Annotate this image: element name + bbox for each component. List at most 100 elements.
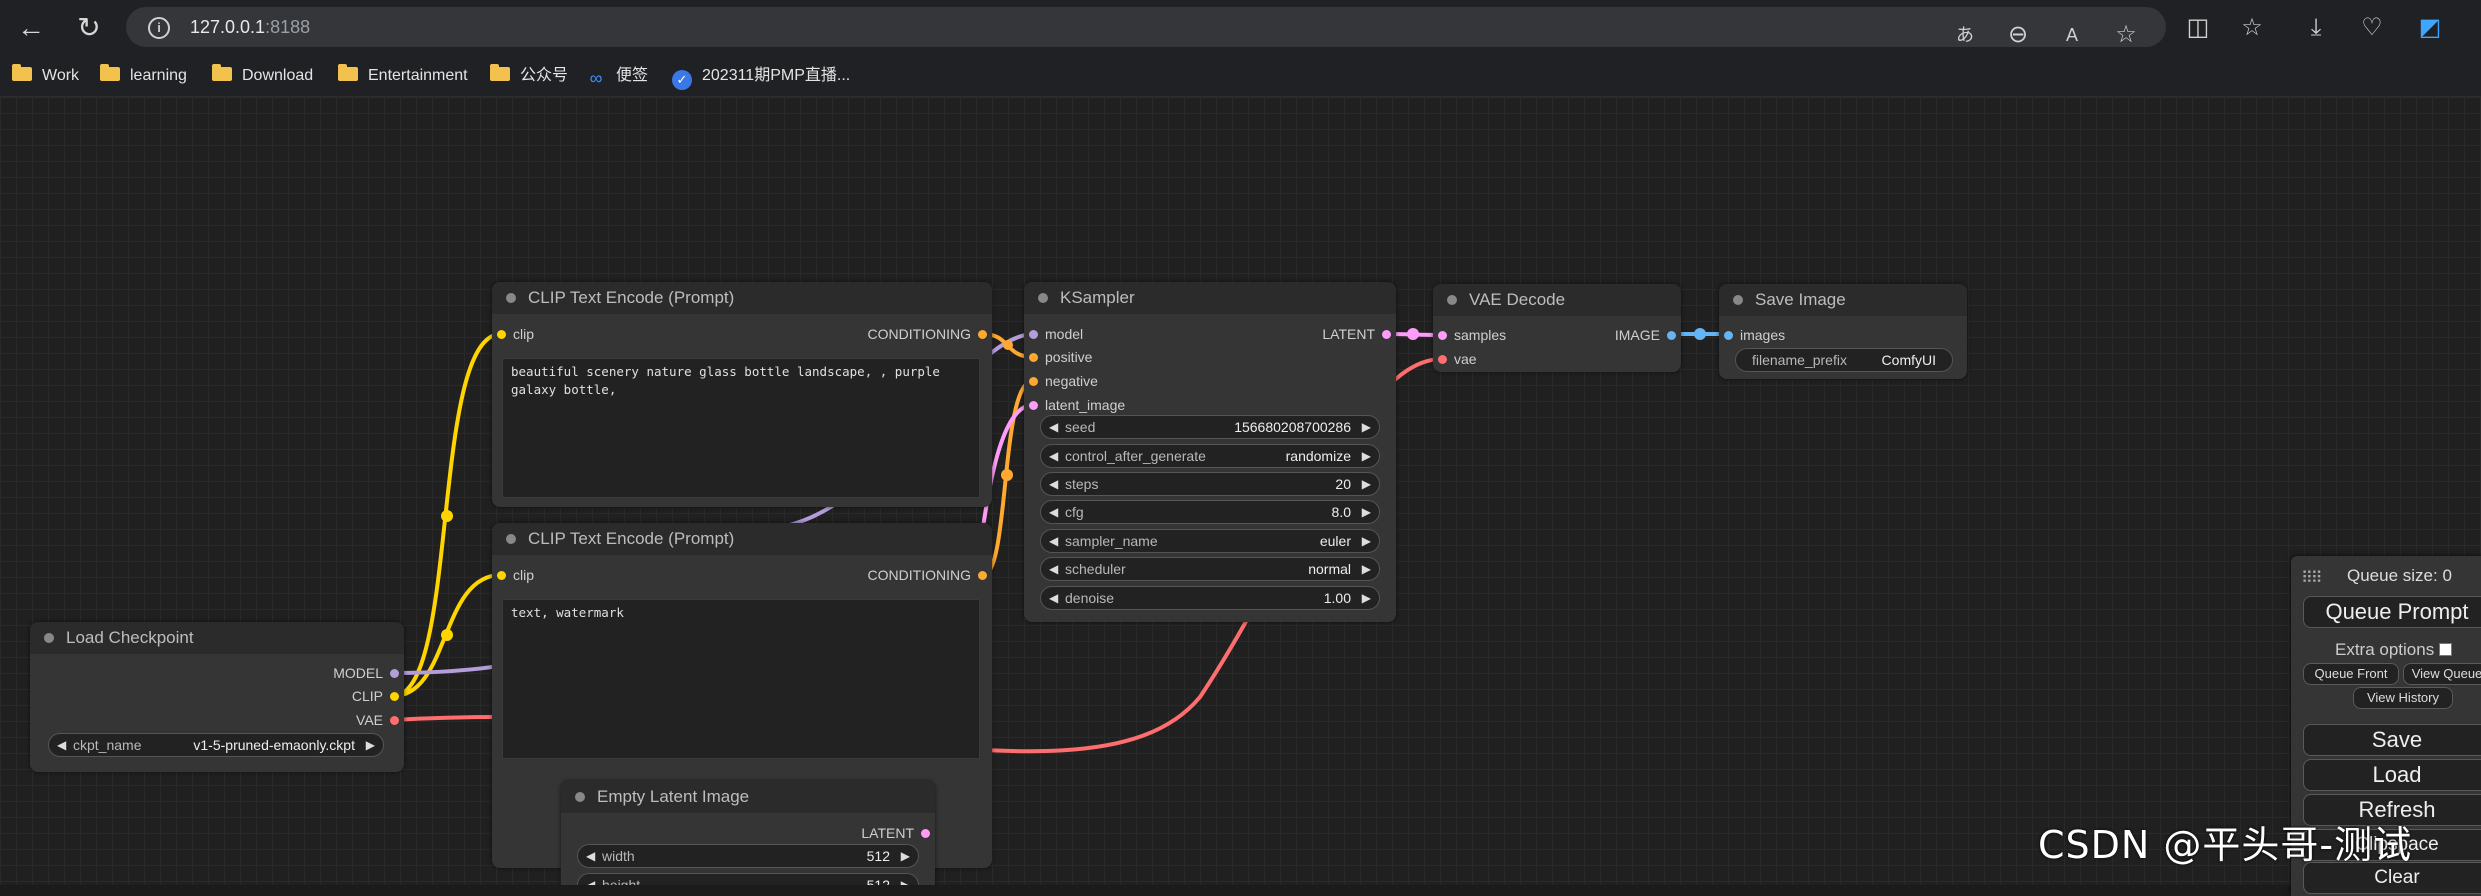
widget-denoise[interactable]: ◀ denoise 1.00 ▶ — [1040, 586, 1380, 610]
widget-sampler-name[interactable]: ◀ sampler_name euler ▶ — [1040, 529, 1380, 553]
node-title-bar[interactable]: CLIP Text Encode (Prompt) — [492, 523, 992, 555]
input-slot-vae[interactable]: vae — [1438, 350, 1477, 368]
increment-arrow-icon[interactable]: ▶ — [1362, 530, 1371, 552]
decrement-arrow-icon[interactable]: ◀ — [1049, 501, 1058, 523]
node-empty-latent-image[interactable]: Empty Latent Image LATENT ◀ width 512 ▶ ◀ he… — [561, 781, 935, 885]
reload-icon[interactable]: ↻ — [72, 12, 106, 46]
increment-arrow-icon[interactable]: ▶ — [1362, 445, 1371, 467]
node-title-bar[interactable]: Empty Latent Image — [561, 781, 935, 813]
increment-arrow-icon[interactable]: ▶ — [1362, 587, 1371, 609]
decrement-arrow-icon[interactable]: ◀ — [1049, 416, 1058, 438]
output-slot-conditioning[interactable]: CONDITIONING — [868, 566, 987, 584]
bookmark-download[interactable]: Download — [212, 56, 313, 96]
input-slot-latent-image[interactable]: latent_image — [1029, 396, 1125, 414]
node-title-bar[interactable]: VAE Decode — [1433, 284, 1681, 316]
node-vae-decode[interactable]: VAE Decode samples vae IMAGE — [1433, 284, 1681, 372]
decrement-arrow-icon[interactable]: ◀ — [1049, 558, 1058, 580]
input-slot-positive[interactable]: positive — [1029, 348, 1092, 366]
bookmark-learning[interactable]: learning — [100, 56, 187, 96]
increment-arrow-icon[interactable]: ▶ — [1362, 473, 1371, 495]
node-save-image[interactable]: Save Image images filename_prefix ComfyUI — [1719, 284, 1967, 379]
favorites-list-icon[interactable]: ☆ — [2236, 12, 2268, 44]
save-button[interactable]: Save — [2303, 724, 2481, 756]
output-slot-vae[interactable]: VAE — [356, 711, 399, 729]
widget-seed[interactable]: ◀ seed 156680208700286 ▶ — [1040, 415, 1380, 439]
decrement-arrow-icon[interactable]: ◀ — [586, 845, 595, 867]
increment-arrow-icon[interactable]: ▶ — [1362, 416, 1371, 438]
output-slot-clip[interactable]: CLIP — [352, 687, 399, 705]
widget-width[interactable]: ◀ width 512 ▶ — [577, 844, 919, 868]
collapse-dot-icon[interactable] — [1733, 295, 1743, 305]
increment-arrow-icon[interactable]: ▶ — [901, 874, 910, 885]
node-title-bar[interactable]: CLIP Text Encode (Prompt) — [492, 282, 992, 314]
decrement-arrow-icon[interactable]: ◀ — [1049, 587, 1058, 609]
view-history-button[interactable]: View History — [2353, 687, 2453, 709]
bookmark-work[interactable]: Work — [12, 56, 79, 96]
node-title-bar[interactable]: Save Image — [1719, 284, 1967, 316]
decrement-arrow-icon[interactable]: ◀ — [586, 874, 595, 885]
queue-front-button[interactable]: Queue Front — [2303, 663, 2399, 685]
prompt-textarea[interactable]: beautiful scenery nature glass bottle la… — [502, 358, 980, 498]
input-slot-negative[interactable]: negative — [1029, 372, 1098, 390]
bookmark-pmp[interactable]: ✓ 202311期PMP直播... — [672, 56, 850, 96]
increment-arrow-icon[interactable]: ▶ — [1362, 558, 1371, 580]
input-slot-samples[interactable]: samples — [1438, 326, 1506, 344]
zoom-icon[interactable]: ⊖ — [2002, 19, 2034, 51]
increment-arrow-icon[interactable]: ▶ — [366, 734, 375, 756]
collapse-dot-icon[interactable] — [44, 633, 54, 643]
input-slot-images[interactable]: images — [1724, 326, 1785, 344]
collapse-dot-icon[interactable] — [1447, 295, 1457, 305]
output-slot-conditioning[interactable]: CONDITIONING — [868, 325, 987, 343]
node-ksampler[interactable]: KSampler model positive negative latent_… — [1024, 282, 1396, 622]
widget-cfg[interactable]: ◀ cfg 8.0 ▶ — [1040, 500, 1380, 524]
browser-essentials-icon[interactable]: ♡ — [2356, 12, 2388, 44]
view-queue-button[interactable]: View Queue — [2403, 663, 2481, 685]
collapse-dot-icon[interactable] — [575, 792, 585, 802]
load-button[interactable]: Load — [2303, 759, 2481, 791]
widget-control-after-generate[interactable]: ◀ control_after_generate randomize ▶ — [1040, 444, 1380, 468]
prompt-textarea[interactable]: text, watermark — [502, 599, 980, 759]
decrement-arrow-icon[interactable]: ◀ — [1049, 445, 1058, 467]
extra-options-checkbox[interactable] — [2438, 643, 2452, 656]
decrement-arrow-icon[interactable]: ◀ — [1049, 530, 1058, 552]
site-info-icon[interactable]: i — [148, 17, 170, 39]
widget-ckpt-name[interactable]: ◀ ckpt_name v1-5-pruned-emaonly.ckpt ▶ — [48, 733, 384, 757]
node-load-checkpoint[interactable]: Load Checkpoint MODEL CLIP VAE ◀ ckpt_nam… — [30, 622, 404, 772]
output-slot-image[interactable]: IMAGE — [1615, 326, 1676, 344]
read-aloud-icon[interactable]: A — [2056, 19, 2088, 51]
output-slot-latent[interactable]: LATENT — [1322, 325, 1391, 343]
bookmark-gongzhonghao[interactable]: 公众号 — [490, 56, 568, 96]
input-slot-clip[interactable]: clip — [497, 566, 534, 584]
node-title-bar[interactable]: KSampler — [1024, 282, 1396, 314]
address-bar[interactable]: i 127.0.0.1:8188 あ ⊖ A ☆ — [126, 7, 2166, 48]
decrement-arrow-icon[interactable]: ◀ — [1049, 473, 1058, 495]
node-graph-canvas[interactable]: CLIP Text Encode (Prompt) clip CONDITION… — [0, 97, 2481, 885]
widget-filename-prefix[interactable]: filename_prefix ComfyUI — [1735, 348, 1953, 372]
favorite-star-icon[interactable]: ☆ — [2110, 19, 2142, 51]
split-screen-icon[interactable]: ◫ — [2182, 12, 2214, 44]
bookmark-entertainment[interactable]: Entertainment — [338, 56, 468, 96]
increment-arrow-icon[interactable]: ▶ — [1362, 501, 1371, 523]
collapse-dot-icon[interactable] — [506, 293, 516, 303]
read-aloud-translate-icon[interactable]: あ — [1949, 19, 1981, 51]
node-title-bar[interactable]: Load Checkpoint — [30, 622, 404, 654]
collapse-dot-icon[interactable] — [506, 534, 516, 544]
widget-steps[interactable]: ◀ steps 20 ▶ — [1040, 472, 1380, 496]
output-slot-model[interactable]: MODEL — [333, 664, 399, 682]
output-slot-latent[interactable]: LATENT — [861, 824, 930, 842]
url-text[interactable]: 127.0.0.1:8188 — [190, 7, 310, 47]
input-slot-clip[interactable]: clip — [497, 325, 534, 343]
input-slot-model[interactable]: model — [1029, 325, 1083, 343]
drag-handle-icon[interactable]: ⠿⠿ — [2301, 568, 2322, 588]
queue-prompt-button[interactable]: Queue Prompt — [2303, 596, 2481, 628]
collapse-dot-icon[interactable] — [1038, 293, 1048, 303]
widget-scheduler[interactable]: ◀ scheduler normal ▶ — [1040, 557, 1380, 581]
download-icon[interactable]: ⤓ — [2300, 12, 2332, 44]
back-arrow-icon[interactable]: ← — [14, 12, 48, 46]
widget-height[interactable]: ◀ height 512 ▶ — [577, 873, 919, 885]
decrement-arrow-icon[interactable]: ◀ — [57, 734, 66, 756]
bookmark-notes[interactable]: ∞ 便签 — [586, 56, 648, 96]
edge-collections-icon[interactable]: ◩ — [2414, 12, 2446, 44]
node-clip-text-encode-positive[interactable]: CLIP Text Encode (Prompt) clip CONDITION… — [492, 282, 992, 507]
increment-arrow-icon[interactable]: ▶ — [901, 845, 910, 867]
